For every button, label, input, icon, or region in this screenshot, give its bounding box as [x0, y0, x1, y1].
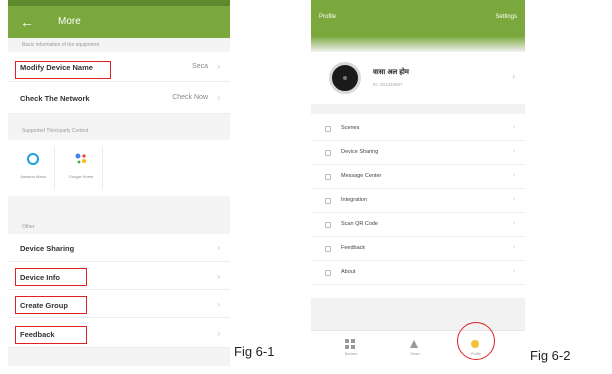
- header-right-action[interactable]: Settings: [495, 14, 517, 20]
- menu-item-label: About: [341, 269, 356, 275]
- figure-caption-left: Fig 6-1: [234, 344, 275, 359]
- menu-item-scan-qr-code[interactable]: Scan QR Code ›: [311, 214, 525, 237]
- menu-item-about[interactable]: About ›: [311, 262, 525, 285]
- third-party-control-list: Amazon Alexa Google Home: [8, 140, 230, 196]
- page-title: Profile: [319, 14, 337, 20]
- scenes-icon: [325, 126, 331, 132]
- feedback-icon: [325, 246, 331, 252]
- chevron-right-icon: ›: [217, 62, 220, 71]
- phone-screenshot-profile: Profile Settings वासा अल होम ID: 0012345…: [311, 0, 525, 366]
- more-header: ← More: [8, 6, 230, 38]
- check-network-label: Check The Network: [20, 94, 90, 103]
- back-arrow-icon[interactable]: ←: [20, 12, 34, 32]
- chevron-right-icon: ›: [512, 244, 515, 251]
- device-name-value: Seca: [192, 63, 208, 70]
- highlight-circle-profile-tab: [457, 322, 495, 360]
- section-header-third-party: Supported Third-party Control: [22, 128, 89, 134]
- menu-item-label: Scan QR Code: [341, 221, 378, 227]
- profile-card[interactable]: वासा अल होम ID: 001234567 ›: [311, 52, 525, 104]
- menu-item-message-center[interactable]: Message Center ›: [311, 166, 525, 189]
- smart-scene-icon: [410, 340, 418, 348]
- menu-item-device-sharing[interactable]: Device Sharing ›: [311, 142, 525, 165]
- menu-item-integration[interactable]: Integration ›: [311, 190, 525, 213]
- section-header-other: Other: [22, 224, 35, 230]
- chevron-right-icon: ›: [217, 300, 220, 309]
- devices-grid-icon: [345, 339, 355, 349]
- highlight-box-feedback: [15, 326, 87, 344]
- chevron-right-icon: ›: [217, 93, 220, 102]
- chevron-right-icon: ›: [512, 72, 515, 81]
- menu-item-label: Message Center: [341, 173, 382, 179]
- menu-item-label: Integration: [341, 197, 367, 203]
- check-now-value: Check Now: [172, 94, 208, 101]
- third-party-caption: Amazon Alexa: [20, 174, 46, 179]
- tab-devices[interactable]: Devices: [331, 331, 371, 366]
- device-sharing-row[interactable]: Device Sharing ›: [8, 234, 230, 262]
- header-gradient: [311, 36, 525, 52]
- menu-item-label: Scenes: [341, 125, 360, 131]
- device-sharing-icon: [325, 150, 331, 156]
- menu-item-label: Device Sharing: [341, 149, 379, 155]
- highlight-box-device-info: [15, 268, 87, 286]
- chevron-right-icon: ›: [512, 172, 515, 179]
- message-center-icon: [325, 174, 331, 180]
- chevron-right-icon: ›: [512, 148, 515, 155]
- integration-icon: [325, 198, 331, 204]
- tab-label: Smart: [410, 352, 420, 356]
- chevron-right-icon: ›: [512, 124, 515, 131]
- check-network-row[interactable]: Check The Network Check Now ›: [8, 82, 230, 114]
- tab-smart[interactable]: Smart: [395, 331, 435, 366]
- google-assistant-tile[interactable]: Google Home: [60, 146, 103, 190]
- phone-screenshot-more: ← More Basic information of the equipmen…: [8, 0, 230, 366]
- chevron-right-icon: ›: [512, 268, 515, 275]
- scan-qr-icon: [325, 222, 331, 228]
- third-party-caption: Google Home: [68, 174, 94, 179]
- chevron-right-icon: ›: [217, 272, 220, 281]
- highlight-box-modify-device-name: [15, 61, 111, 79]
- chevron-right-icon: ›: [512, 220, 515, 227]
- chevron-right-icon: ›: [217, 243, 220, 252]
- google-assistant-icon: [75, 153, 86, 164]
- chevron-right-icon: ›: [217, 329, 220, 338]
- highlight-box-create-group: [15, 296, 87, 314]
- device-sharing-label: Device Sharing: [20, 244, 75, 253]
- page-title: More: [58, 16, 81, 27]
- menu-item-label: Feedback: [341, 245, 366, 251]
- camera-lens-avatar-icon: [329, 62, 361, 94]
- profile-header: Profile Settings: [311, 0, 525, 36]
- chevron-right-icon: ›: [512, 196, 515, 203]
- profile-id: ID: 001234567: [373, 82, 403, 87]
- about-icon: [325, 270, 331, 276]
- menu-item-scenes[interactable]: Scenes ›: [311, 118, 525, 141]
- amazon-alexa-tile[interactable]: Amazon Alexa: [12, 146, 55, 190]
- profile-menu-list: Scenes › Device Sharing › Message Center…: [311, 114, 525, 298]
- profile-name: वासा अल होम: [373, 69, 409, 76]
- amazon-alexa-icon: [27, 153, 39, 165]
- figure-caption-right: Fig 6-2: [530, 348, 571, 363]
- section-header-basic: Basic information of the equipment: [22, 42, 99, 48]
- menu-item-feedback[interactable]: Feedback ›: [311, 238, 525, 261]
- tab-label: Devices: [344, 352, 358, 356]
